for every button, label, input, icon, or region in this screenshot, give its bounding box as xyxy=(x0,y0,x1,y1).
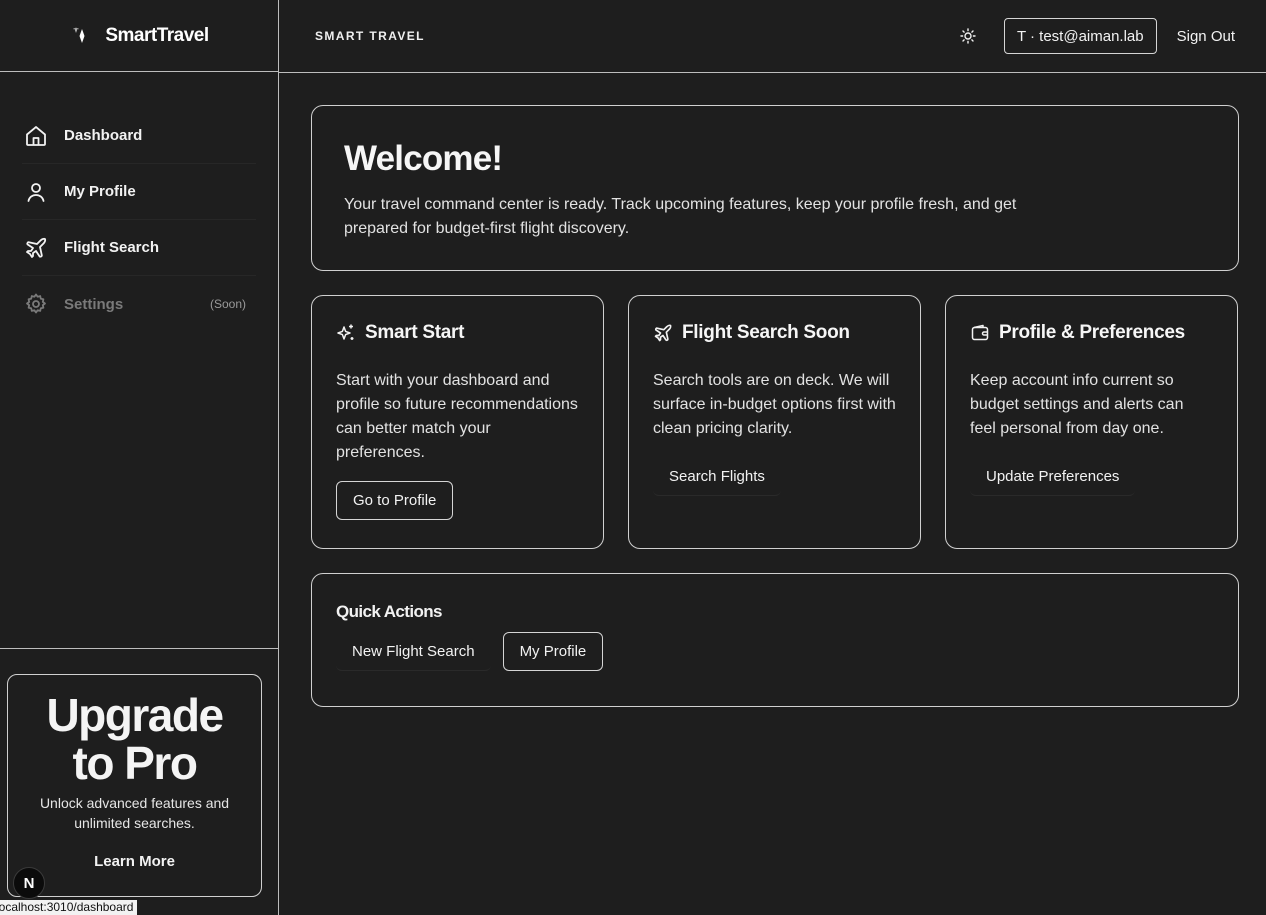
plane-icon xyxy=(653,323,673,343)
sidebar-item-settings[interactable]: Settings (Soon) xyxy=(22,276,256,332)
sidebar: SmartTravel Dashboard My Profile Flight … xyxy=(0,0,279,915)
feature-cards: Smart Start Start with your dashboard an… xyxy=(311,295,1239,549)
theme-toggle-button[interactable] xyxy=(954,22,982,50)
card-header: Smart Start xyxy=(336,322,579,344)
my-profile-button[interactable]: My Profile xyxy=(502,632,604,671)
welcome-text: Your travel command center is ready. Tra… xyxy=(344,196,1017,237)
card-title: Smart Start xyxy=(365,322,465,343)
upgrade-title-line1: Upgrade xyxy=(46,689,224,741)
sidebar-nav: Dashboard My Profile Flight Search Setti… xyxy=(0,72,278,332)
quick-actions-title: Quick Actions xyxy=(336,602,442,621)
upgrade-card: Upgrade to Pro Unlock advanced features … xyxy=(7,674,262,897)
status-url: localhost:3010/dashboard xyxy=(0,900,138,915)
top-header: SMART TRAVEL T · test@aiman.lab Sign Out xyxy=(279,0,1266,73)
app-root: SmartTravel Dashboard My Profile Flight … xyxy=(0,0,1266,915)
soon-badge: (Soon) xyxy=(209,297,246,311)
wallet-icon xyxy=(970,323,990,343)
smart-start-card: Smart Start Start with your dashboard an… xyxy=(311,295,604,549)
upgrade-title: Upgrade to Pro xyxy=(8,691,261,787)
gear-icon xyxy=(24,292,48,316)
card-text: Start with your dashboard and profile so… xyxy=(336,372,578,461)
flight-search-soon-card: Flight Search Soon Search tools are on d… xyxy=(628,295,921,549)
sun-icon xyxy=(960,28,976,44)
card-text: Keep account info current so budget sett… xyxy=(970,372,1184,437)
sidebar-item-label: Flight Search xyxy=(64,239,160,256)
sign-out-button[interactable]: Sign Out xyxy=(1177,28,1235,45)
upgrade-description: Unlock advanced features and unlimited s… xyxy=(39,795,230,831)
search-flights-button[interactable]: Search Flights xyxy=(653,457,781,496)
sidebar-item-label: Dashboard xyxy=(64,127,143,144)
card-title: Profile & Preferences xyxy=(999,322,1185,343)
user-icon xyxy=(24,180,48,204)
profile-preferences-card: Profile & Preferences Keep account info … xyxy=(945,295,1238,549)
home-icon xyxy=(24,124,48,148)
card-header: Profile & Preferences xyxy=(970,322,1213,344)
card-title: Flight Search Soon xyxy=(682,322,850,343)
go-to-profile-button[interactable]: Go to Profile xyxy=(336,481,454,520)
upgrade-title-line2: to Pro xyxy=(72,737,198,789)
quick-actions-list: New Flight Search My Profile xyxy=(336,632,1214,671)
card-header: Flight Search Soon xyxy=(653,322,896,344)
sidebar-item-dashboard[interactable]: Dashboard xyxy=(22,108,256,164)
welcome-title: Welcome! xyxy=(344,139,503,178)
brand[interactable]: SmartTravel xyxy=(0,0,278,72)
card-text: Search tools are on deck. We will surfac… xyxy=(653,372,896,437)
user-account-chip[interactable]: T · test@aiman.lab xyxy=(1003,18,1157,54)
sidebar-item-flight-search[interactable]: Flight Search xyxy=(22,220,256,276)
quick-actions-card: Quick Actions New Flight Search My Profi… xyxy=(311,573,1239,707)
sidebar-item-label: My Profile xyxy=(64,183,136,200)
sidebar-bottom: Upgrade to Pro Unlock advanced features … xyxy=(0,648,278,915)
sparkles-icon xyxy=(336,323,356,343)
new-flight-search-button[interactable]: New Flight Search xyxy=(336,632,491,671)
learn-more-link[interactable]: Learn More xyxy=(94,853,175,870)
sidebar-item-my-profile[interactable]: My Profile xyxy=(22,164,256,220)
dev-tools-badge[interactable]: N xyxy=(13,867,45,899)
page-title: SMART TRAVEL xyxy=(315,29,425,43)
welcome-card: Welcome! Your travel command center is r… xyxy=(311,105,1239,271)
sidebar-item-label: Settings xyxy=(64,295,124,313)
brand-name: SmartTravel xyxy=(105,24,209,46)
logo-icon xyxy=(69,25,91,47)
update-preferences-button[interactable]: Update Preferences xyxy=(970,457,1136,496)
main-content: Welcome! Your travel command center is r… xyxy=(311,105,1239,707)
plane-icon xyxy=(24,236,48,260)
